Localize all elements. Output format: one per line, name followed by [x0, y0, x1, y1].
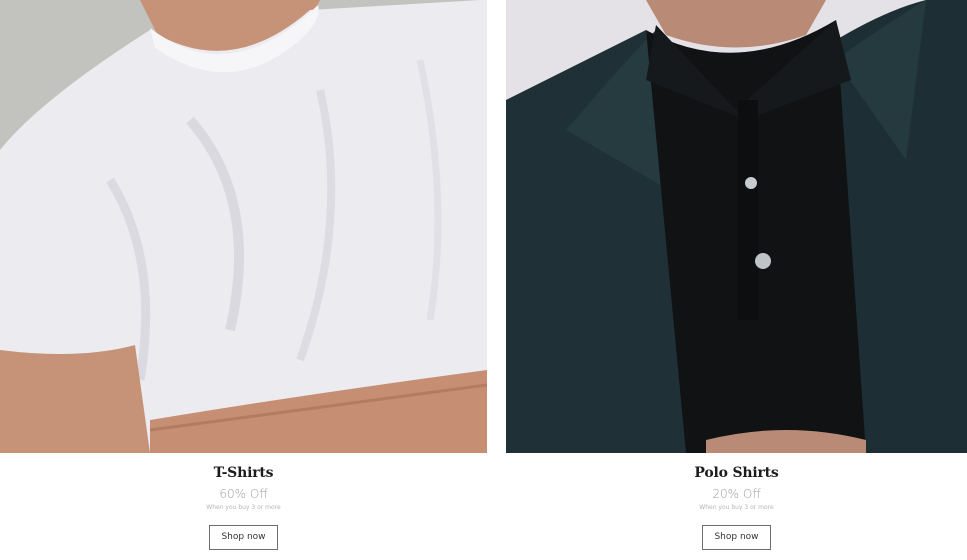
product-card-tshirts: T-Shirts 60% Off When you buy 3 or more … — [0, 0, 487, 560]
polo-shirts-shop-now-button[interactable]: Shop now — [702, 525, 771, 550]
tshirts-shop-now-button[interactable]: Shop now — [209, 525, 278, 550]
product-category-grid: T-Shirts 60% Off When you buy 3 or more … — [0, 0, 967, 560]
polo-shirts-offer: 20% Off — [712, 487, 761, 501]
polo-shirts-offer-condition: When you buy 3 or more — [699, 504, 774, 511]
tshirt-product-image[interactable] — [0, 0, 487, 453]
tshirts-info: T-Shirts 60% Off When you buy 3 or more … — [0, 453, 487, 550]
polo-shirt-product-image[interactable] — [506, 0, 967, 453]
product-card-polo-shirts: Polo Shirts 20% Off When you buy 3 or mo… — [506, 0, 967, 560]
polo-shirts-info: Polo Shirts 20% Off When you buy 3 or mo… — [506, 453, 967, 550]
tshirts-offer-condition: When you buy 3 or more — [206, 504, 281, 511]
tshirts-offer: 60% Off — [219, 487, 268, 501]
polo-shirts-title[interactable]: Polo Shirts — [506, 464, 967, 482]
tshirts-title[interactable]: T-Shirts — [0, 464, 487, 482]
